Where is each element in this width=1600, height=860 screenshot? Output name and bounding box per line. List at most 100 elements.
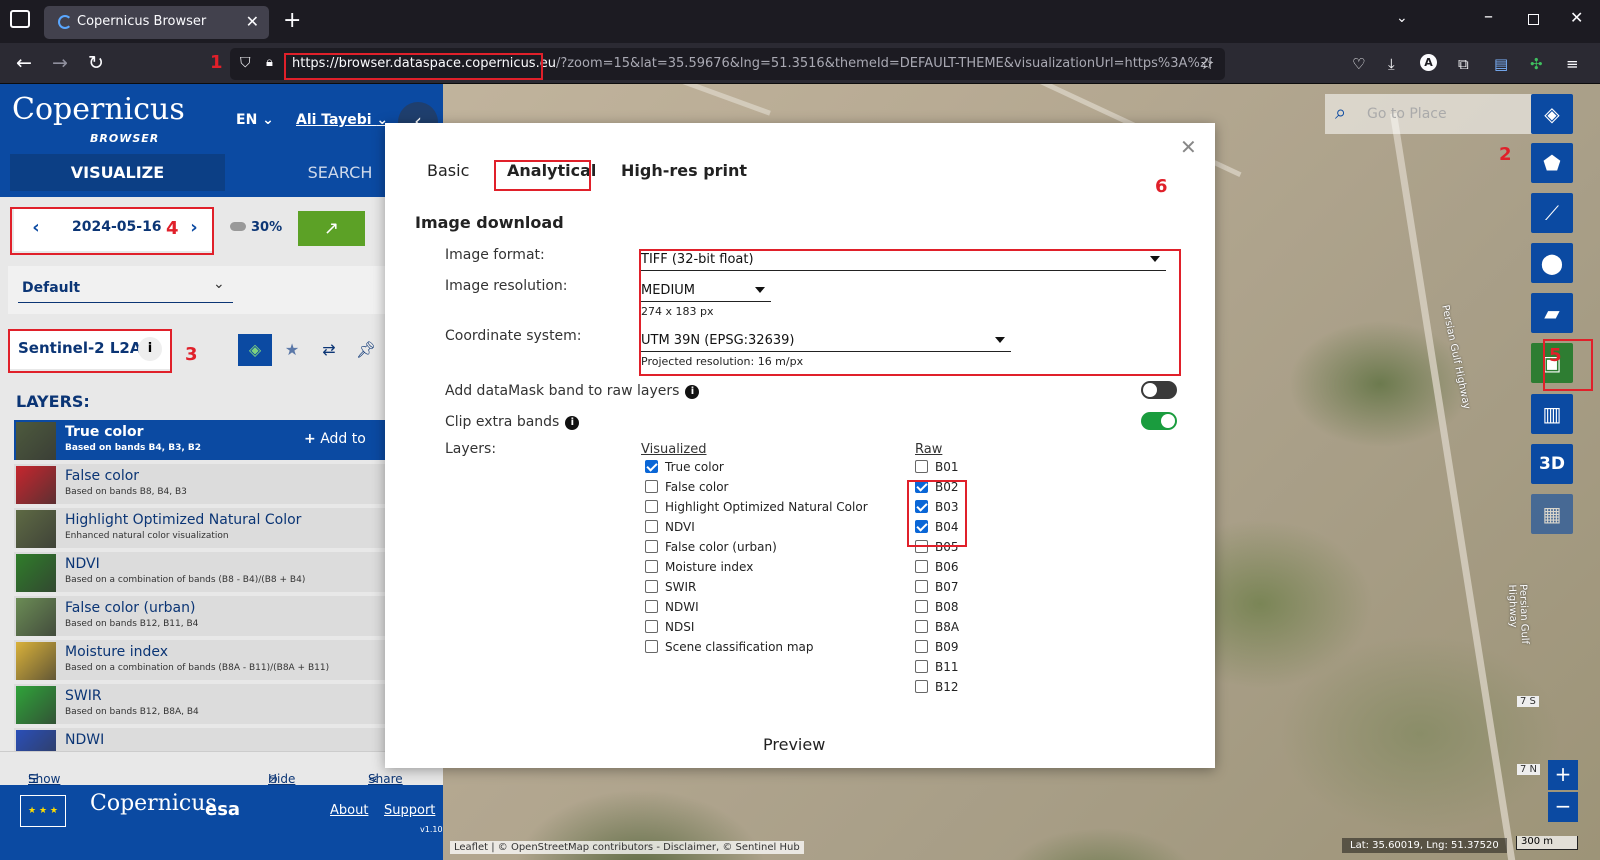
pin-icon[interactable]: 📌︎ [349, 334, 383, 366]
raw-checkbox-row[interactable]: B01 [915, 460, 995, 480]
pocket-icon[interactable]: ♡ [1352, 55, 1365, 73]
theme-select[interactable]: Default ⌄ [8, 266, 435, 314]
layer-item-false-color-urban[interactable]: False color (urban) Based on bands B12, … [14, 596, 443, 638]
map-attribution[interactable]: Leaflet | © OpenStreetMap contributors -… [450, 841, 804, 854]
restore-icon[interactable] [1528, 14, 1539, 25]
layer-item-highlight-optimized[interactable]: Highlight Optimized Natural Color Enhanc… [14, 508, 443, 550]
checkbox-icon[interactable] [915, 620, 928, 633]
checkbox-checked-icon[interactable] [645, 460, 658, 473]
back-arrow-icon[interactable]: ← [10, 49, 38, 77]
account-icon[interactable]: A [1420, 54, 1437, 71]
go-to-place-search[interactable]: ⌕ Go to Place [1325, 94, 1540, 134]
checkbox-icon[interactable] [645, 520, 658, 533]
tab-list-icon[interactable] [10, 10, 30, 28]
eu-flag-logo[interactable]: ★ ★ ★ [20, 795, 66, 827]
distance-tool-button[interactable]: ⟋ [1531, 193, 1573, 233]
cloud-coverage[interactable]: 30% [230, 220, 282, 235]
esa-logo[interactable]: esa [205, 799, 240, 820]
layers-view-button[interactable]: ◈ [238, 334, 272, 366]
checkbox-icon[interactable] [645, 560, 658, 573]
info-icon[interactable]: i [685, 385, 700, 399]
checkbox-icon[interactable] [645, 580, 658, 593]
layers-tool-button[interactable]: ◈ [1531, 94, 1573, 134]
search-date-button[interactable]: ↗ [298, 211, 365, 246]
shield-icon[interactable]: ⛉ [240, 55, 251, 71]
checkbox-icon[interactable] [645, 540, 658, 553]
forward-arrow-icon[interactable]: → [46, 49, 74, 77]
visualized-checkbox-row[interactable]: Moisture index [645, 560, 895, 580]
language-select[interactable]: EN ⌄ [236, 112, 274, 128]
close-icon[interactable]: ✕ [1180, 135, 1197, 159]
area-tool-button[interactable]: ⬟ [1531, 143, 1573, 183]
layer-item-ndvi[interactable]: NDVI Based on a combination of bands (B8… [14, 552, 443, 594]
browser-tab[interactable]: Copernicus Browser ✕ [44, 6, 269, 39]
checkbox-icon[interactable] [645, 500, 658, 513]
lock-icon[interactable]: 🔒︎ [266, 55, 273, 70]
checkbox-icon[interactable] [915, 660, 928, 673]
tab-visualize[interactable]: VISUALIZE [10, 154, 225, 191]
measure-tool-button[interactable]: ▰ [1531, 293, 1573, 333]
layer-item-swir[interactable]: SWIR Based on bands B12, B8A, B4 [14, 684, 443, 726]
visualized-checkbox-row[interactable]: Highlight Optimized Natural Color [645, 500, 895, 520]
visualized-checkbox-row[interactable]: SWIR [645, 580, 895, 600]
favorite-star-icon[interactable]: ★ [275, 334, 309, 366]
support-link[interactable]: Support [384, 803, 435, 818]
user-menu[interactable]: Ali Tayebi ⌄ [296, 112, 388, 128]
copernicus-footer-logo[interactable]: Copernicus [90, 791, 217, 816]
visualized-column-header[interactable]: Visualized [641, 442, 707, 457]
statistics-button[interactable]: ▦ [1531, 494, 1573, 534]
download-icon[interactable]: ⤓ [1388, 55, 1395, 73]
visualized-checkbox-row[interactable]: True color [645, 460, 895, 480]
raw-checkbox-row[interactable]: B12 [915, 680, 995, 700]
document-extension-icon[interactable]: ▤ [1494, 55, 1508, 73]
visualized-checkbox-row[interactable]: Scene classification map [645, 640, 895, 660]
visualized-checkbox-row[interactable]: False color (urban) [645, 540, 895, 560]
checkbox-icon[interactable] [915, 600, 928, 613]
about-link[interactable]: About [330, 803, 368, 818]
close-tab-icon[interactable]: ✕ [246, 12, 259, 31]
checkbox-icon[interactable] [645, 480, 658, 493]
tab-overflow-icon[interactable]: ⌄ [1396, 10, 1408, 26]
checkbox-icon[interactable] [915, 560, 928, 573]
checkbox-icon[interactable] [915, 460, 928, 473]
checkbox-icon[interactable] [915, 680, 928, 693]
raw-checkbox-row[interactable]: B07 [915, 580, 995, 600]
checkbox-icon[interactable] [645, 600, 658, 613]
layer-item-moisture-index[interactable]: Moisture index Based on a combination of… [14, 640, 443, 682]
visualized-checkbox-row[interactable]: NDVI [645, 520, 895, 540]
zoom-out-button[interactable]: − [1548, 792, 1578, 822]
menu-icon[interactable]: ≡ [1566, 55, 1579, 73]
checkbox-icon[interactable] [645, 620, 658, 633]
info-icon[interactable]: i [565, 416, 580, 430]
clip-bands-toggle[interactable] [1141, 412, 1177, 430]
visualized-checkbox-row[interactable]: False color [645, 480, 895, 500]
extensions-icon[interactable]: ⧉ [1458, 55, 1469, 73]
minimize-icon[interactable]: – [1484, 6, 1493, 27]
raw-checkbox-row[interactable]: B09 [915, 640, 995, 660]
add-to-button[interactable]: + Add to [304, 431, 366, 447]
checkbox-icon[interactable] [915, 580, 928, 593]
timelapse-button[interactable]: ▥ [1531, 394, 1573, 434]
compare-icon[interactable]: ⇄ [312, 334, 346, 366]
puzzle-extension-icon[interactable]: ✣ [1530, 55, 1543, 73]
new-tab-icon[interactable]: + [283, 8, 301, 33]
preview-heading[interactable]: Preview [763, 735, 825, 754]
raw-checkbox-row[interactable]: B11 [915, 660, 995, 680]
tab-high-res-print[interactable]: High-res print [621, 161, 747, 180]
raw-checkbox-row[interactable]: B8A [915, 620, 995, 640]
layer-item-true-color[interactable]: True color Based on bands B4, B3, B2 + A… [14, 420, 443, 462]
close-window-icon[interactable]: ✕ [1570, 8, 1583, 27]
checkbox-icon[interactable] [915, 640, 928, 653]
layer-item-false-color[interactable]: False color Based on bands B8, B4, B3 [14, 464, 443, 506]
visualized-checkbox-row[interactable]: NDSI [645, 620, 895, 640]
tab-basic[interactable]: Basic [427, 161, 469, 180]
reload-icon[interactable]: ↻ [82, 49, 110, 77]
zoom-in-button[interactable]: + [1548, 760, 1578, 790]
checkbox-icon[interactable] [645, 640, 658, 653]
raw-checkbox-row[interactable]: B08 [915, 600, 995, 620]
bookmark-star-icon[interactable]: ☆ [1200, 54, 1214, 73]
3d-view-button[interactable]: 3D [1531, 444, 1573, 484]
datamask-toggle[interactable] [1141, 381, 1177, 399]
visualized-checkbox-row[interactable]: NDWI [645, 600, 895, 620]
poi-tool-button[interactable]: ⬤ [1531, 243, 1573, 283]
